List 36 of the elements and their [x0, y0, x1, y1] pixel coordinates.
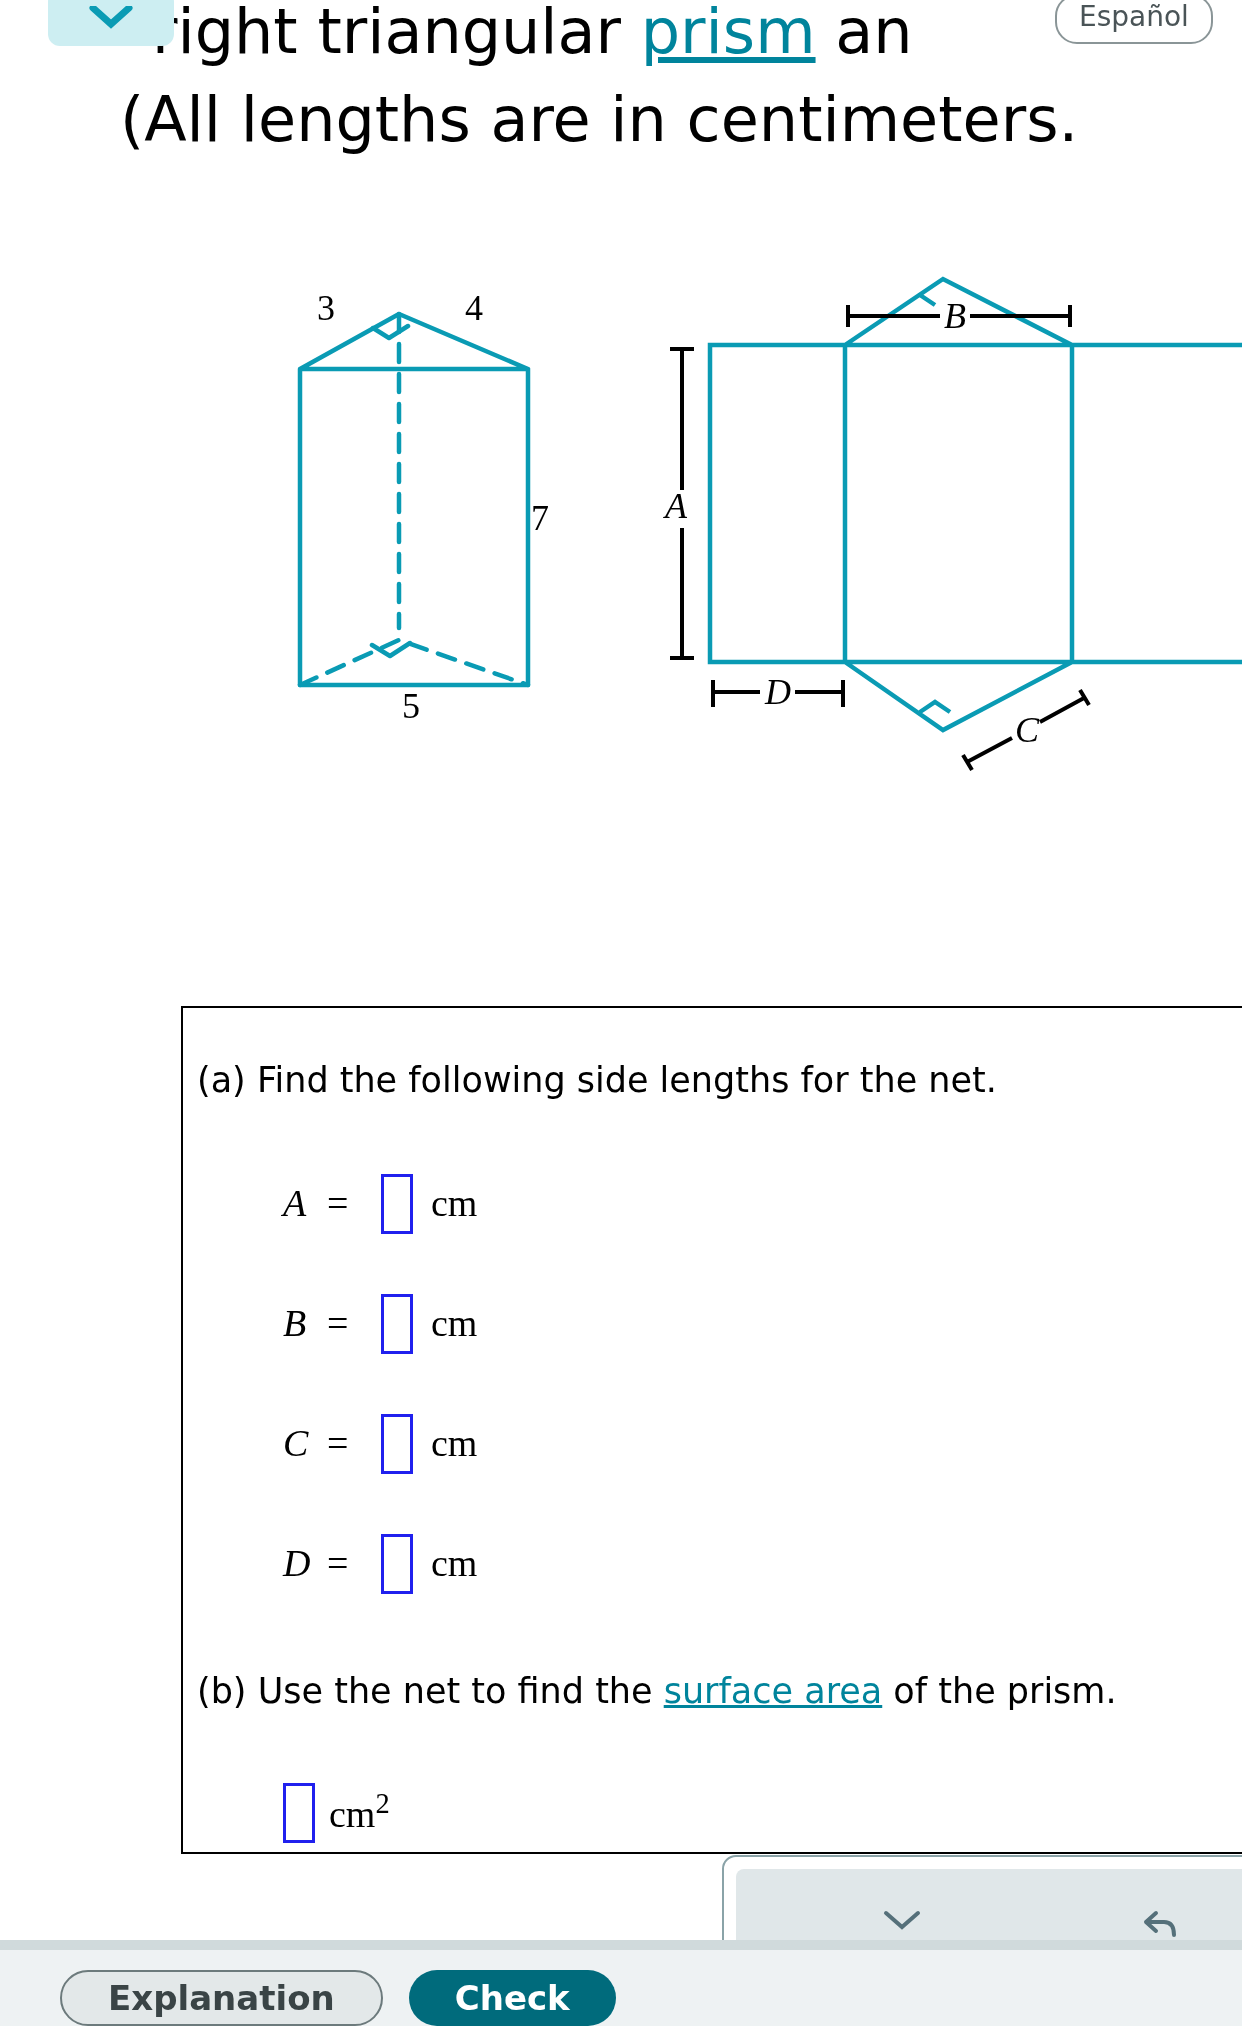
intro-text: (All lengths are in centimeters.	[120, 84, 1080, 156]
dimension-label: B	[944, 296, 966, 336]
glossary-link[interactable]: surface area	[663, 1670, 883, 1711]
answer-box[interactable]	[381, 1173, 413, 1234]
check-button[interactable]: Check	[408, 1970, 616, 2026]
answer-box[interactable]	[381, 1533, 413, 1594]
language-badge[interactable]: Español	[1055, 0, 1213, 44]
answer-box[interactable]	[283, 1783, 315, 1843]
variable-label: B	[283, 1301, 308, 1346]
side-length-label: 3	[317, 288, 335, 328]
equals-sign: =	[327, 1181, 350, 1226]
undo-icon[interactable]	[1142, 1909, 1178, 1939]
equals-sign: =	[327, 1301, 350, 1346]
question-text: (a) Find the following side lengths for the net.	[197, 1059, 998, 1102]
unit-label: cm	[431, 1541, 478, 1586]
chevron-down-icon	[89, 6, 133, 30]
equals-sign: =	[327, 1421, 350, 1466]
equals-sign: =	[327, 1541, 350, 1586]
unit-label: cm	[431, 1421, 478, 1466]
unit-label: cm$^{2}$	[329, 1786, 390, 1837]
side-length-label: 5	[402, 686, 420, 726]
answer-box[interactable]	[381, 1413, 413, 1474]
variable-label: C	[283, 1421, 310, 1466]
dimension-label: C	[1015, 710, 1039, 750]
variable-label: D	[283, 1541, 312, 1586]
dimension-label: D	[765, 672, 791, 712]
side-length-label: 7	[531, 498, 549, 538]
side-length-label: 4	[465, 288, 483, 328]
unit-label: cm	[431, 1181, 478, 1226]
unit-label: cm	[431, 1301, 478, 1346]
glossary-link[interactable]: prism	[640, 0, 816, 68]
question-text: (b) Use the net to find the surface area of the prism.	[197, 1669, 1118, 1713]
variable-label: A	[283, 1181, 308, 1226]
dimension-label: A	[665, 486, 687, 526]
answer-box[interactable]	[381, 1293, 413, 1354]
explanation-button[interactable]: Explanation	[60, 1970, 383, 2026]
